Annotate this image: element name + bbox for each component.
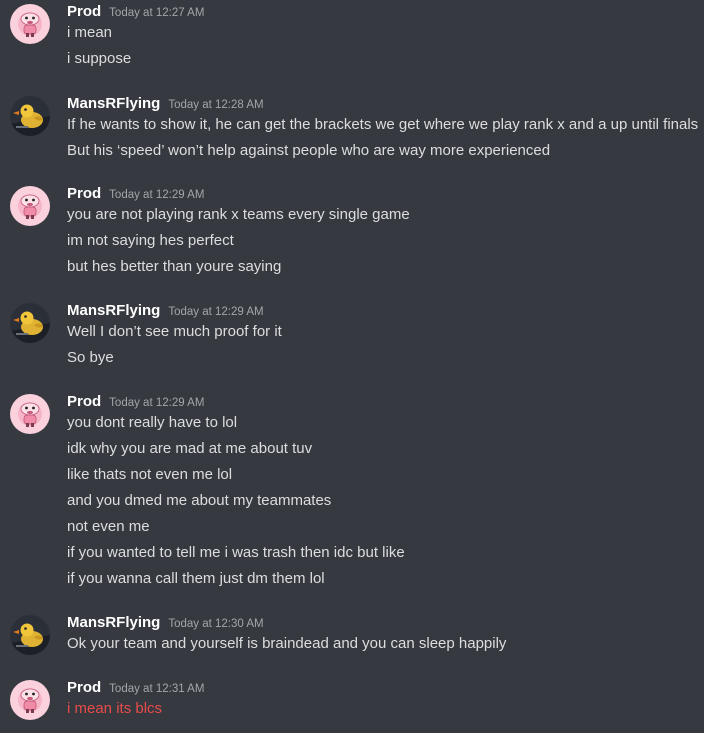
timestamp: Today at 12:31 AM (109, 683, 205, 695)
message-text: like thats not even me lol (67, 466, 233, 483)
message-text: So bye (67, 349, 114, 366)
message-text: not even me (67, 518, 150, 535)
message-text: Well I don’t see much proof for it (67, 323, 282, 340)
message-header: Prod Today at 12:29 AM (67, 392, 204, 412)
message-text: But his ‘speed’ won’t help against peopl… (67, 142, 551, 159)
message-header: Prod Today at 12:29 AM (67, 184, 204, 204)
username[interactable]: Prod (67, 678, 101, 698)
message-text: If he wants to show it, he can get the b… (67, 116, 699, 133)
username[interactable]: MansRFlying (67, 94, 160, 114)
pink-cartoon-avatar-icon[interactable] (10, 186, 50, 226)
timestamp: Today at 12:29 AM (109, 397, 205, 409)
message-header: MansRFlying Today at 12:29 AM (67, 301, 264, 321)
message-text: i mean its blcs (67, 700, 163, 717)
pink-cartoon-avatar-icon[interactable] (10, 680, 50, 720)
username[interactable]: MansRFlying (67, 301, 160, 321)
message-text: idk why you are mad at me about tuv (67, 440, 313, 457)
chat-message-list: Prod Today at 12:27 AM i mean i suppose Man… (0, 0, 704, 733)
timestamp: Today at 12:30 AM (168, 618, 264, 630)
username[interactable]: Prod (67, 2, 101, 22)
duck-avatar-icon[interactable] (10, 303, 50, 343)
message-text: but hes better than youre saying (67, 258, 282, 275)
message-text: you are not playing rank x teams every s… (67, 206, 410, 223)
message-header: Prod Today at 12:31 AM (67, 678, 204, 698)
message-header: Prod Today at 12:27 AM (67, 2, 204, 22)
duck-avatar-icon[interactable] (10, 96, 50, 136)
message-text: if you wanted to tell me i was trash the… (67, 544, 405, 561)
duck-avatar-icon[interactable] (10, 615, 50, 655)
message-text: im not saying hes perfect (67, 232, 234, 249)
username[interactable]: Prod (67, 184, 101, 204)
timestamp: Today at 12:29 AM (109, 189, 205, 201)
pink-cartoon-avatar-icon[interactable] (10, 4, 50, 44)
timestamp: Today at 12:29 AM (168, 306, 264, 318)
message-header: MansRFlying Today at 12:30 AM (67, 613, 264, 633)
message-text: i suppose (67, 50, 132, 67)
message-text: i mean (67, 24, 113, 41)
message-text: you dont really have to lol (67, 414, 238, 431)
timestamp: Today at 12:27 AM (109, 7, 205, 19)
timestamp: Today at 12:28 AM (168, 99, 264, 111)
message-header: MansRFlying Today at 12:28 AM (67, 94, 264, 114)
message-text: Ok your team and yourself is braindead a… (67, 635, 507, 652)
username[interactable]: Prod (67, 392, 101, 412)
message-text: and you dmed me about my teammates (67, 492, 332, 509)
message-text: if you wanna call them just dm them lol (67, 570, 325, 587)
pink-cartoon-avatar-icon[interactable] (10, 394, 50, 434)
username[interactable]: MansRFlying (67, 613, 160, 633)
